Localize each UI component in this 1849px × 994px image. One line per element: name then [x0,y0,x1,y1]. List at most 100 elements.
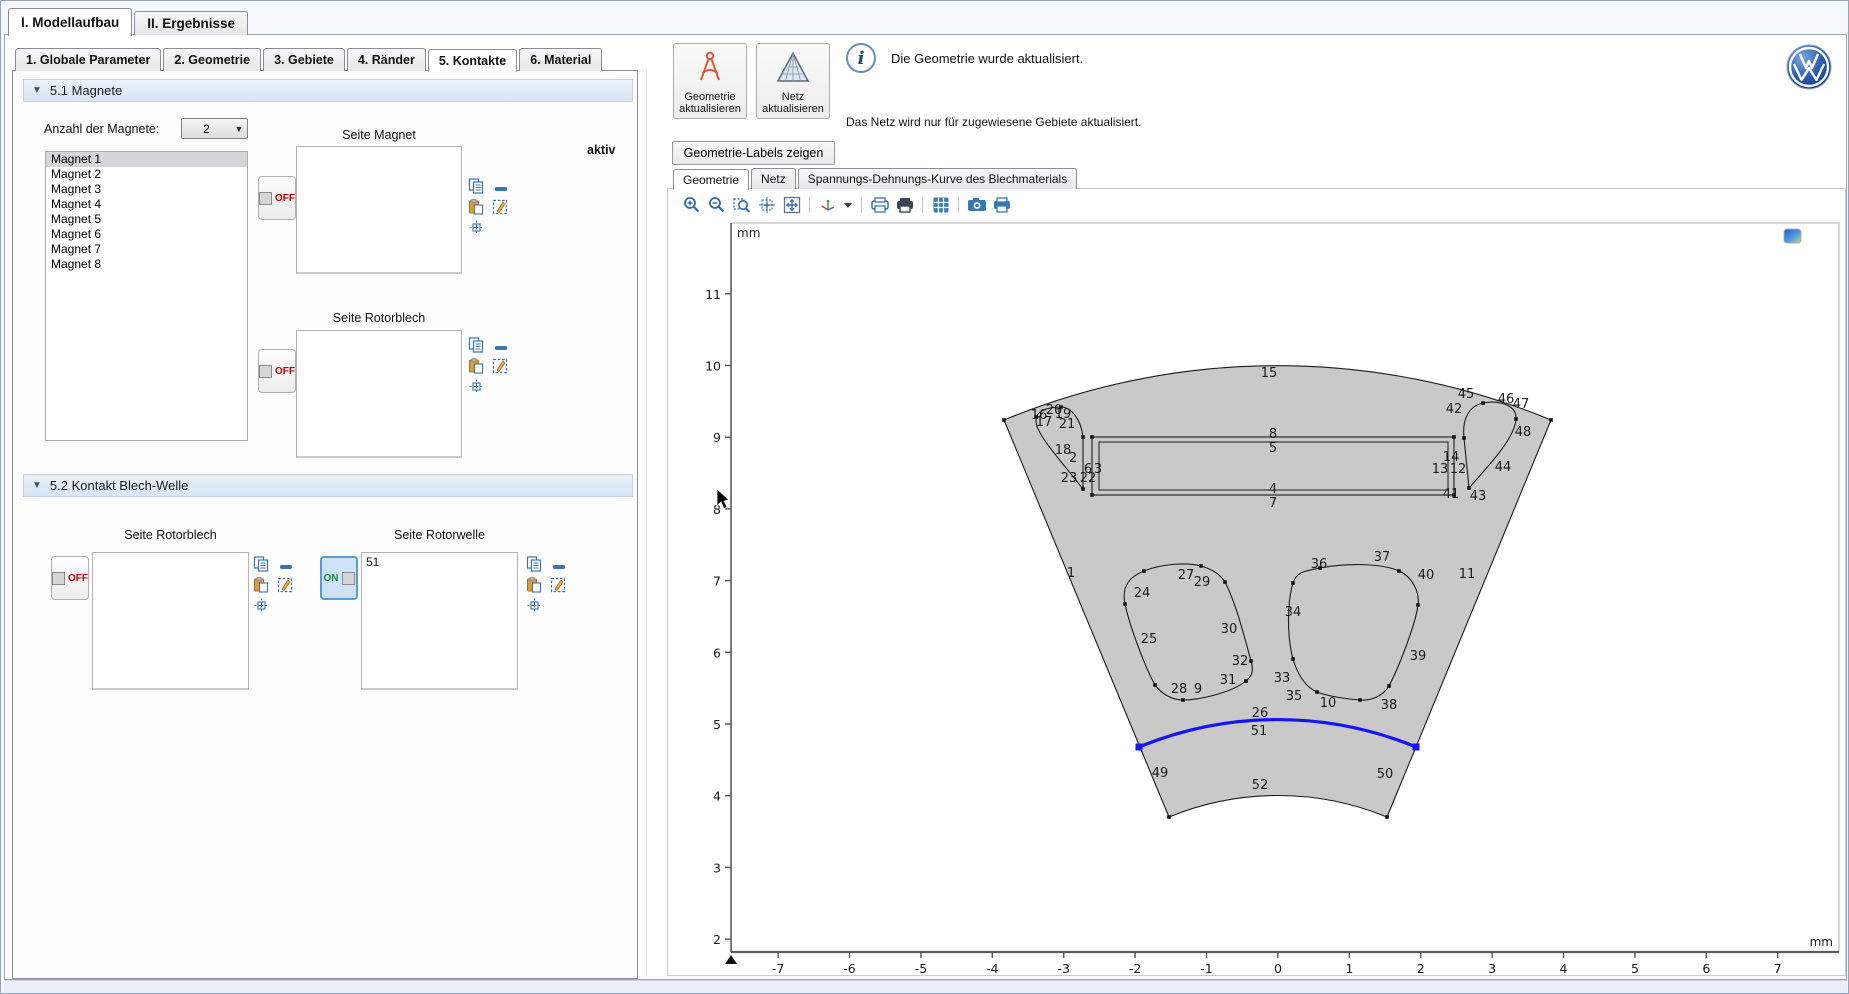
paste-selection-icon[interactable] [468,199,484,215]
zoom-to-selection-icon[interactable] [254,598,270,614]
panel-splitter[interactable] [646,70,647,976]
vertex-dot [1081,435,1085,439]
remove-selection-icon[interactable] [494,341,510,357]
clear-selection-icon[interactable] [492,199,508,215]
magnet-count-label: Anzahl der Magnete: [44,122,159,136]
unit-label-bottom: mm [1810,935,1833,949]
grid-icon[interactable] [930,195,951,215]
toggle-seite-rotorwelle[interactable]: ON [320,556,358,600]
remove-selection-icon[interactable] [552,560,568,576]
zoom-box-icon[interactable] [731,195,752,215]
paste-selection-icon[interactable] [526,577,542,593]
clear-selection-icon[interactable] [277,577,293,593]
zoom-out-icon[interactable] [706,195,727,215]
show-geometry-labels-button[interactable]: Geometrie-Labels zeigen [672,141,835,165]
list-item[interactable]: Magnet 4 [46,197,247,212]
group-title-seite-rotorwelle: Seite Rotorwelle [361,528,518,542]
toggle-kontakt-rotorblech[interactable]: OFF [51,556,89,600]
copy-selection-icon[interactable] [253,556,269,572]
collapse-arrow-icon[interactable]: ▼ [32,85,42,96]
list-item[interactable]: Magnet 7 [46,242,247,257]
zoom-to-selection-icon[interactable] [527,598,543,614]
update-mesh-button[interactable]: Netz aktualisieren [756,43,830,119]
tab-3-gebiete[interactable]: 3. Gebiete [263,48,345,71]
list-item[interactable]: Magnet 8 [46,257,247,272]
remove-selection-icon[interactable] [279,560,295,576]
x-tick-label: 3 [1488,961,1496,976]
geometry-label-52: 52 [1252,778,1269,793]
view-tab-netz[interactable]: Netz [751,168,796,189]
tab-6-material[interactable]: 6. Material [519,48,602,71]
camera-icon[interactable] [966,195,987,215]
x-tick-label: 1 [1345,961,1353,976]
geometry-label-48: 48 [1515,425,1532,440]
print-icon[interactable] [894,195,915,215]
selection-value[interactable]: 51 [366,555,513,569]
zoom-to-selection-icon[interactable] [469,220,485,236]
clear-selection-icon[interactable] [550,577,566,593]
paste-selection-icon[interactable] [253,577,269,593]
geometry-label-9: 9 [1194,682,1202,697]
toggle-seite-rotorblech[interactable]: OFF [258,349,296,393]
zoom-extents-icon[interactable] [781,195,802,215]
update-geometry-button[interactable]: Geometrie aktualisieren [673,43,747,119]
vertex-dot [1223,580,1227,584]
list-item[interactable]: Magnet 1 [46,152,247,167]
view-tab-geometrie[interactable]: Geometrie [673,169,749,190]
copy-selection-icon[interactable] [526,556,542,572]
mesh-note-message: Das Netz wird nur für zugewiesene Gebiet… [846,115,1141,129]
save-image-icon[interactable] [991,195,1012,215]
view-axes-icon[interactable] [817,195,838,215]
vertex-dot [1291,657,1295,661]
toggle-seite-magnet[interactable]: OFF [258,176,296,220]
copy-selection-icon[interactable] [468,178,484,194]
vertex-dot [1385,815,1389,819]
magnet-count-select[interactable]: 2 ▼ [181,118,248,139]
zoom-to-selection-icon[interactable] [469,379,485,395]
tab-1-globale-parameter[interactable]: 1. Globale Parameter [15,48,161,71]
x-tick-label: 4 [1560,961,1568,976]
selection-list-kontakt-rotorblech[interactable] [92,552,249,690]
selection-list-seite-rotorwelle[interactable]: 51 [361,552,518,690]
y-tick-label: 2 [713,932,721,947]
x-tick-label: 0 [1274,961,1282,976]
tab-5-kontakte[interactable]: 5. Kontakte [428,49,517,72]
collapse-arrow-icon[interactable]: ▼ [32,480,42,491]
tab-ii-ergebnisse[interactable]: II. Ergebnisse [134,11,248,35]
print-preview-icon[interactable] [869,195,890,215]
geometry-label-2: 2 [1069,451,1077,466]
clear-selection-icon[interactable] [492,358,508,374]
kontakte-panel: ▼ 5.1 Magnete Anzahl der Magnete: 2 ▼ Ma… [12,70,638,979]
geometry-label-4: 4 [1269,482,1277,497]
remove-selection-icon[interactable] [494,182,510,198]
button-label: Netz aktualisieren [757,91,829,115]
copy-selection-icon[interactable] [468,337,484,353]
tab-i-modellaufbau[interactable]: I. Modellaufbau [8,8,132,36]
section-header-magnete[interactable]: ▼ 5.1 Magnete [23,79,633,102]
tab-4-ränder[interactable]: 4. Ränder [347,48,426,71]
geometry-label-41: 41 [1443,487,1460,502]
tab-2-geometrie[interactable]: 2. Geometrie [163,48,261,71]
list-item[interactable]: Magnet 5 [46,212,247,227]
list-item[interactable]: Magnet 2 [46,167,247,182]
y-tick-label: 9 [713,430,721,445]
mesh-icon [775,50,811,84]
selection-list-seite-magnet[interactable] [296,146,462,274]
section-header-kontakt[interactable]: ▼ 5.2 Kontakt Blech-Welle [23,474,633,497]
plot-window-icon[interactable] [1784,229,1801,243]
vertex-dot [1123,602,1127,606]
geometry-plot[interactable]: 1511116201917211822322638547454647424844… [695,217,1849,979]
view-axes-dropdown-icon[interactable] [842,195,854,215]
paste-selection-icon[interactable] [468,358,484,374]
zoom-selected-icon[interactable] [756,195,777,215]
list-item[interactable]: Magnet 3 [46,182,247,197]
geometry-label-39: 39 [1410,649,1427,664]
geometry-label-21: 21 [1059,417,1076,432]
window-footer [4,980,1847,993]
toggle-state-icon [342,572,355,585]
view-tab-spannungs-dehnungs-kurve-des-blechmaterials[interactable]: Spannungs-Dehnungs-Kurve des Blechmateri… [798,168,1077,189]
zoom-in-icon[interactable] [681,195,702,215]
list-item[interactable]: Magnet 6 [46,227,247,242]
magnet-list[interactable]: Magnet 1Magnet 2Magnet 3Magnet 4Magnet 5… [45,151,248,441]
selection-list-seite-rotorblech[interactable] [296,330,462,458]
